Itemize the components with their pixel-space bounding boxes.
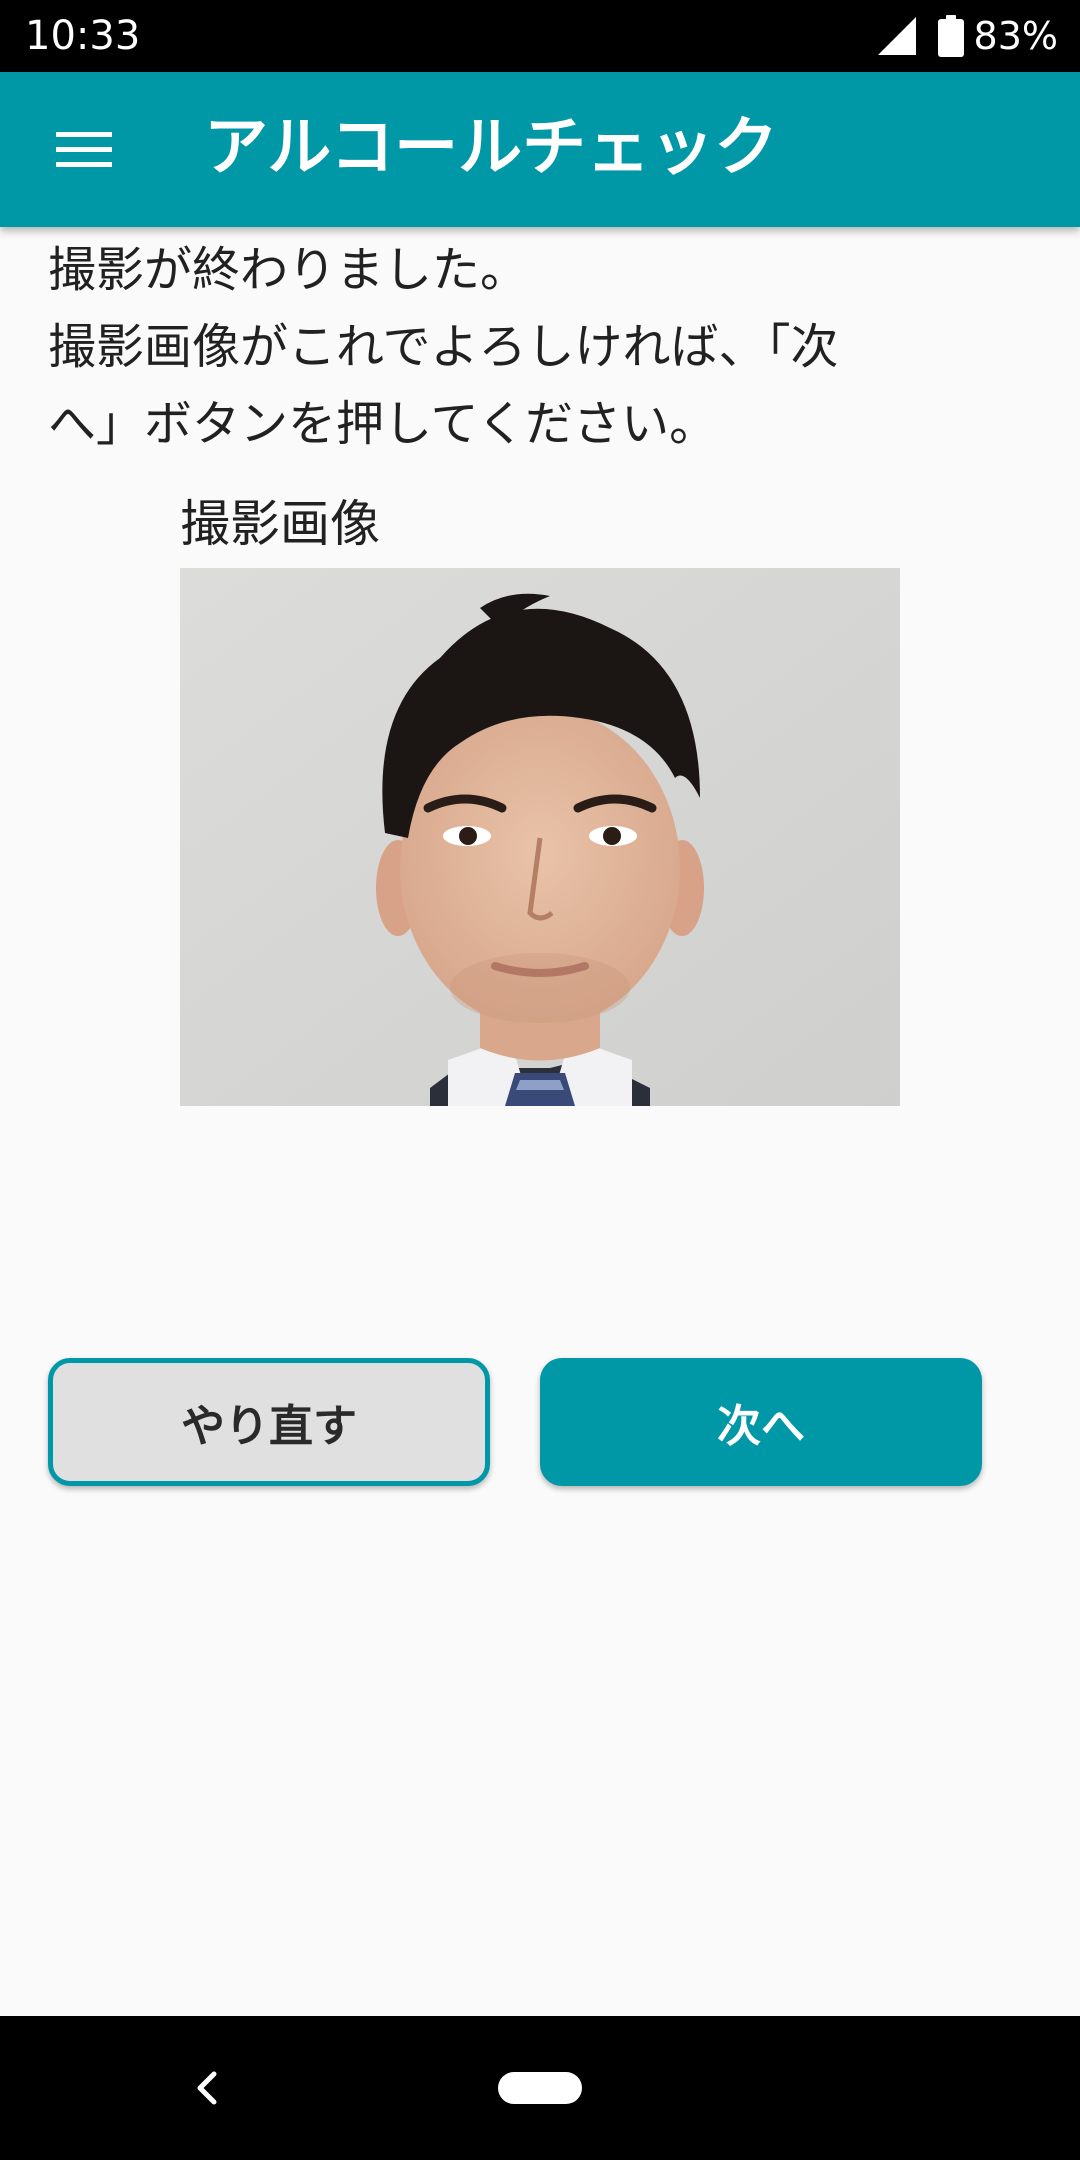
menu-button[interactable] <box>42 114 126 186</box>
instruction-line: 撮影画像がこれでよろしければ、「次 <box>48 319 839 375</box>
navigation-bar <box>0 2016 1080 2160</box>
hamburger-menu-icon <box>56 132 112 167</box>
status-time: 10:33 <box>25 13 141 59</box>
battery-percentage: 83% <box>973 14 1058 58</box>
next-button[interactable]: 次へ <box>540 1358 982 1486</box>
image-label: 撮影画像 <box>180 495 380 553</box>
screen: 10:33 83% アルコールチェック 撮影が終わりました。 撮影画像がこれでよ… <box>0 0 1080 2160</box>
app-title: アルコールチェック <box>204 111 779 185</box>
portrait-image <box>180 568 900 1106</box>
retry-button[interactable]: やり直す <box>48 1358 490 1486</box>
next-button-label: 次へ <box>717 1401 805 1452</box>
signal-icon <box>877 17 916 55</box>
battery-icon <box>937 15 964 57</box>
instruction-line: 撮影が終わりました。 <box>48 242 529 298</box>
instruction-text: 撮影が終わりました。 撮影画像がこれでよろしければ、「次 へ」ボタンを押してくだ… <box>48 232 968 463</box>
back-icon[interactable] <box>186 2064 230 2112</box>
status-bar: 10:33 83% <box>0 0 1080 72</box>
app-bar: アルコールチェック <box>0 72 1080 227</box>
retry-button-label: やり直す <box>181 1401 357 1452</box>
instruction-line: へ」ボタンを押してください。 <box>48 396 718 452</box>
status-icons: 83% <box>877 12 1058 60</box>
home-pill-icon[interactable] <box>498 2072 582 2104</box>
captured-photo <box>180 568 900 1106</box>
